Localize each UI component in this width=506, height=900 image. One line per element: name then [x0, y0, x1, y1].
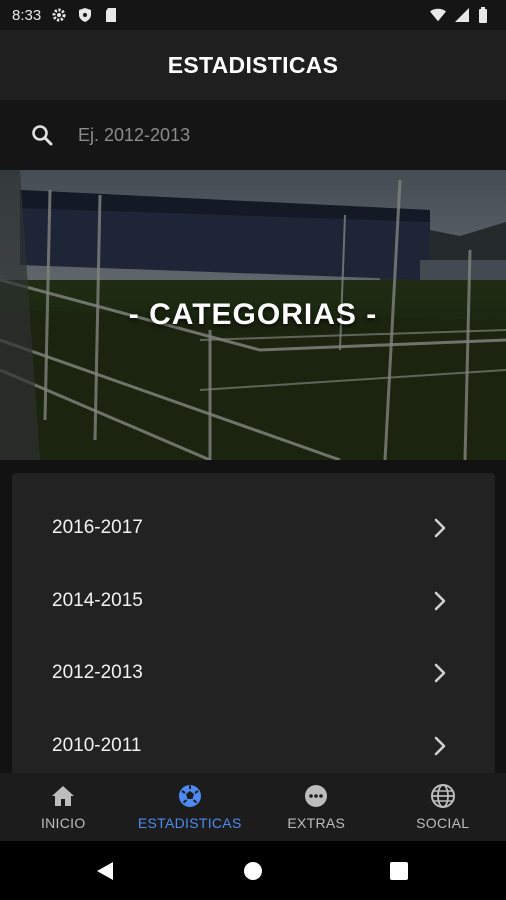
nav-item-social[interactable]: SOCIAL: [380, 773, 506, 841]
chevron-right-icon: [430, 661, 450, 685]
season-list: 2016-2017 2014-2015 2012-2013 2010-2011: [12, 473, 495, 773]
status-time: 8:33: [12, 6, 42, 24]
back-icon[interactable]: [93, 859, 117, 883]
sd-card-icon: [103, 7, 119, 23]
nav-item-inicio[interactable]: INICIO: [0, 773, 127, 841]
status-bar: 8:33: [0, 0, 506, 30]
home-icon: [50, 783, 76, 809]
list-item-label: 2014-2015: [52, 590, 143, 611]
status-left: 8:33: [12, 7, 119, 24]
banner-title: - CATEGORIAS -: [128, 298, 378, 331]
wifi-icon: [430, 7, 446, 23]
recents-icon[interactable]: [387, 859, 411, 883]
list-item[interactable]: 2012-2013: [12, 637, 495, 709]
search-input[interactable]: [68, 118, 488, 152]
list-item-label: 2012-2013: [52, 662, 143, 683]
list-item[interactable]: 2016-2017: [12, 492, 495, 564]
shield-icon: [77, 7, 93, 23]
list-item-label: 2010-2011: [52, 735, 142, 756]
list-item[interactable]: 2010-2011: [12, 710, 495, 773]
soccer-ball-icon: [177, 783, 203, 809]
page-title: ESTADISTICAS: [167, 51, 339, 78]
globe-icon: [430, 783, 456, 809]
system-navigation-bar: [0, 841, 506, 900]
search-icon[interactable]: [30, 123, 54, 147]
home-circle-icon[interactable]: [241, 859, 265, 883]
nav-item-extras[interactable]: EXTRAS: [253, 773, 380, 841]
signal-icon: [454, 7, 470, 23]
category-banner: - CATEGORIAS -: [0, 170, 506, 460]
nav-label: INICIO: [40, 815, 86, 831]
list-item-label: 2016-2017: [52, 517, 143, 538]
app-bar: ESTADISTICAS: [0, 30, 506, 100]
chevron-right-icon: [430, 516, 450, 540]
chevron-right-icon: [430, 589, 450, 613]
bottom-navigation: INICIO ESTADISTICAS EXTRAS SOCIAL: [0, 773, 506, 841]
nav-label: SOCIAL: [416, 815, 470, 831]
chevron-right-icon: [430, 734, 450, 758]
nav-label: EXTRAS: [287, 815, 346, 831]
more-icon: [303, 783, 329, 809]
nav-label: ESTADISTICAS: [137, 815, 242, 831]
list-item[interactable]: 2014-2015: [12, 565, 495, 637]
nav-item-estadisticas[interactable]: ESTADISTICAS: [127, 773, 254, 841]
status-right: [430, 7, 494, 23]
search-bar: [0, 100, 506, 170]
battery-icon: [478, 7, 494, 23]
settings-icon: [51, 7, 67, 23]
